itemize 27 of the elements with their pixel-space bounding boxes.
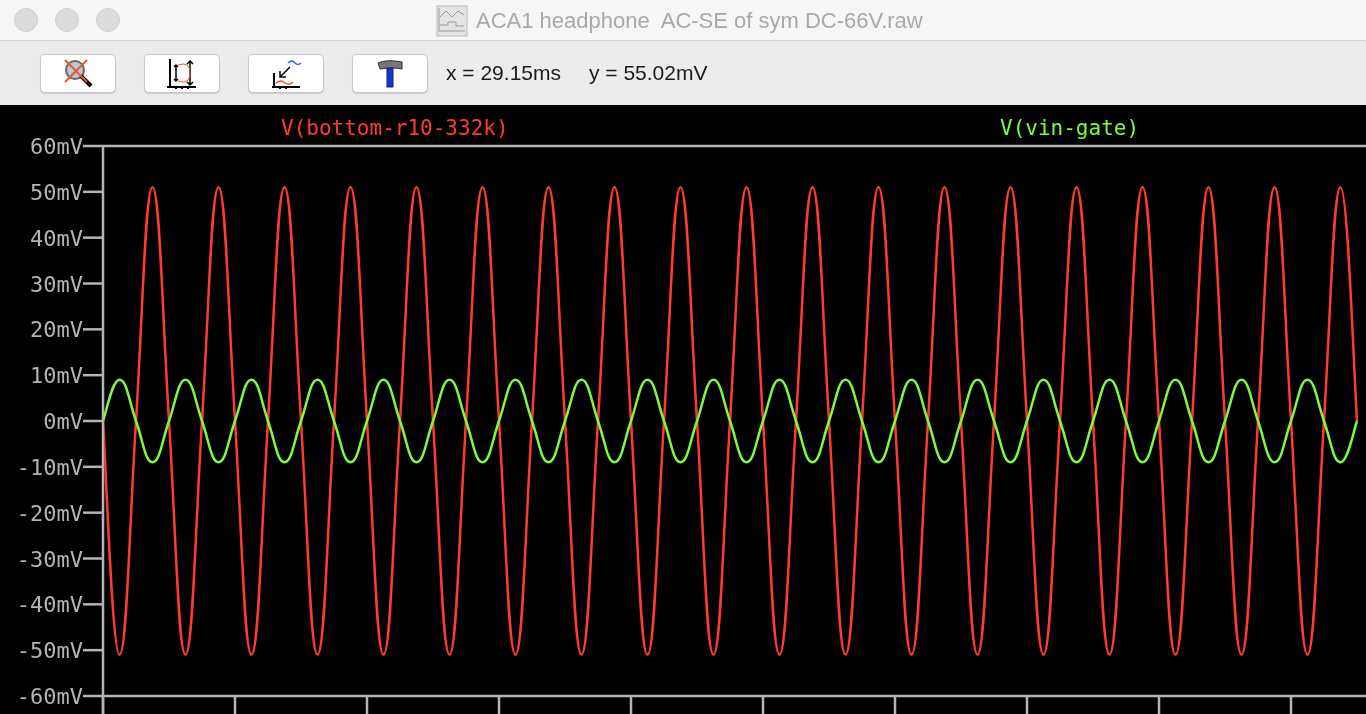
vertical-range-icon <box>166 57 198 89</box>
y-tick-label: -20mV <box>16 500 83 526</box>
autorange-y-button[interactable] <box>144 53 220 93</box>
trace-legend: V(bottom-r10-332k) <box>281 116 509 140</box>
y-tick-label: -50mV <box>16 638 83 664</box>
waveform-file-icon <box>436 4 468 37</box>
y-tick-label: 20mV <box>30 317 83 343</box>
trace-legend: V(vin-gate) <box>1000 116 1140 140</box>
settings-button[interactable] <box>352 53 428 93</box>
y-tick-label: -10mV <box>16 454 83 480</box>
y-tick-label: 10mV <box>30 363 83 389</box>
y-tick-label: 50mV <box>30 179 83 205</box>
y-tick-label: 30mV <box>30 271 83 297</box>
cursor-readout: x = 29.15ms <box>446 60 561 87</box>
y-tick-label: -40mV <box>16 592 83 618</box>
crossed-magnifier-icon <box>62 57 94 89</box>
hammer-icon <box>374 57 406 89</box>
y-tick-label: -60mV <box>16 684 83 709</box>
y-tick-label: 0mV <box>43 409 83 434</box>
traces-arrow-icon <box>270 57 302 89</box>
cursor-readout: y = 55.02mV <box>589 60 708 87</box>
y-tick-label: 40mV <box>30 225 83 251</box>
y-tick-label: -30mV <box>16 546 83 572</box>
zoom-cancel-button[interactable] <box>40 53 116 93</box>
y-tick-label: 60mV <box>30 134 83 159</box>
zoom-to-trace-button[interactable] <box>248 53 324 93</box>
window-title: ACA1 headphone AC-SE of sym DC-66V.raw <box>476 7 923 35</box>
